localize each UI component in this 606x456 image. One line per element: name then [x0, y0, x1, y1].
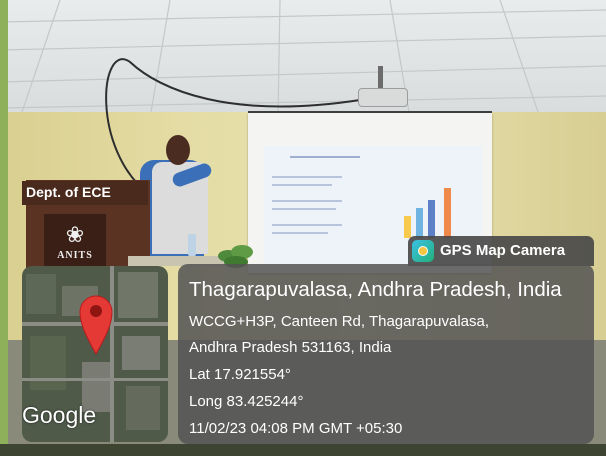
slide-text-line	[272, 208, 336, 210]
address-line-2: Andhra Pradesh 531163, India	[189, 339, 392, 356]
presenter-head	[166, 135, 190, 165]
slide-text-line	[272, 232, 328, 234]
longitude: Long 83.425244°	[189, 393, 304, 410]
map-road	[22, 378, 168, 381]
address-line-1: WCCG+H3P, Canteen Rd, Thagarapuvalasa,	[189, 313, 490, 330]
location-title: Thagarapuvalasa, Andhra Pradesh, India	[189, 278, 562, 301]
photo-frame: Dept. of ECE ❀ ANITS GPS Map Camera Goog…	[0, 0, 606, 456]
map-road	[22, 322, 168, 326]
slide-text-line	[272, 224, 342, 226]
map-area	[126, 386, 160, 430]
map-area	[30, 336, 66, 390]
timestamp: 11/02/23 04:08 PM GMT +05:30	[189, 420, 403, 437]
slide-bar	[428, 200, 435, 238]
camera-app-name: GPS Map Camera	[440, 242, 566, 259]
map-area	[122, 336, 160, 370]
latitude: Lat 17.921554°	[189, 366, 291, 383]
slide-text-line	[272, 200, 342, 202]
map-area	[62, 286, 98, 316]
slide-text-line	[272, 176, 342, 178]
projector-mount	[378, 66, 383, 90]
google-attribution: Google	[22, 402, 97, 428]
camera-lens-icon	[418, 246, 428, 256]
bottom-strip	[0, 444, 606, 456]
slide-title-line	[290, 156, 360, 158]
projector	[358, 88, 408, 107]
slide-text-line	[272, 184, 332, 186]
slide-bar	[404, 216, 411, 238]
slide-bar	[416, 208, 423, 238]
water-bottle	[188, 234, 196, 256]
podium-label: Dept. of ECE	[26, 184, 111, 200]
map-area	[118, 272, 158, 318]
podium-logo-text: ANITS	[57, 250, 93, 261]
map-area	[26, 274, 56, 314]
slide-bar	[444, 188, 451, 238]
lotus-logo-icon: ❀	[65, 222, 85, 247]
